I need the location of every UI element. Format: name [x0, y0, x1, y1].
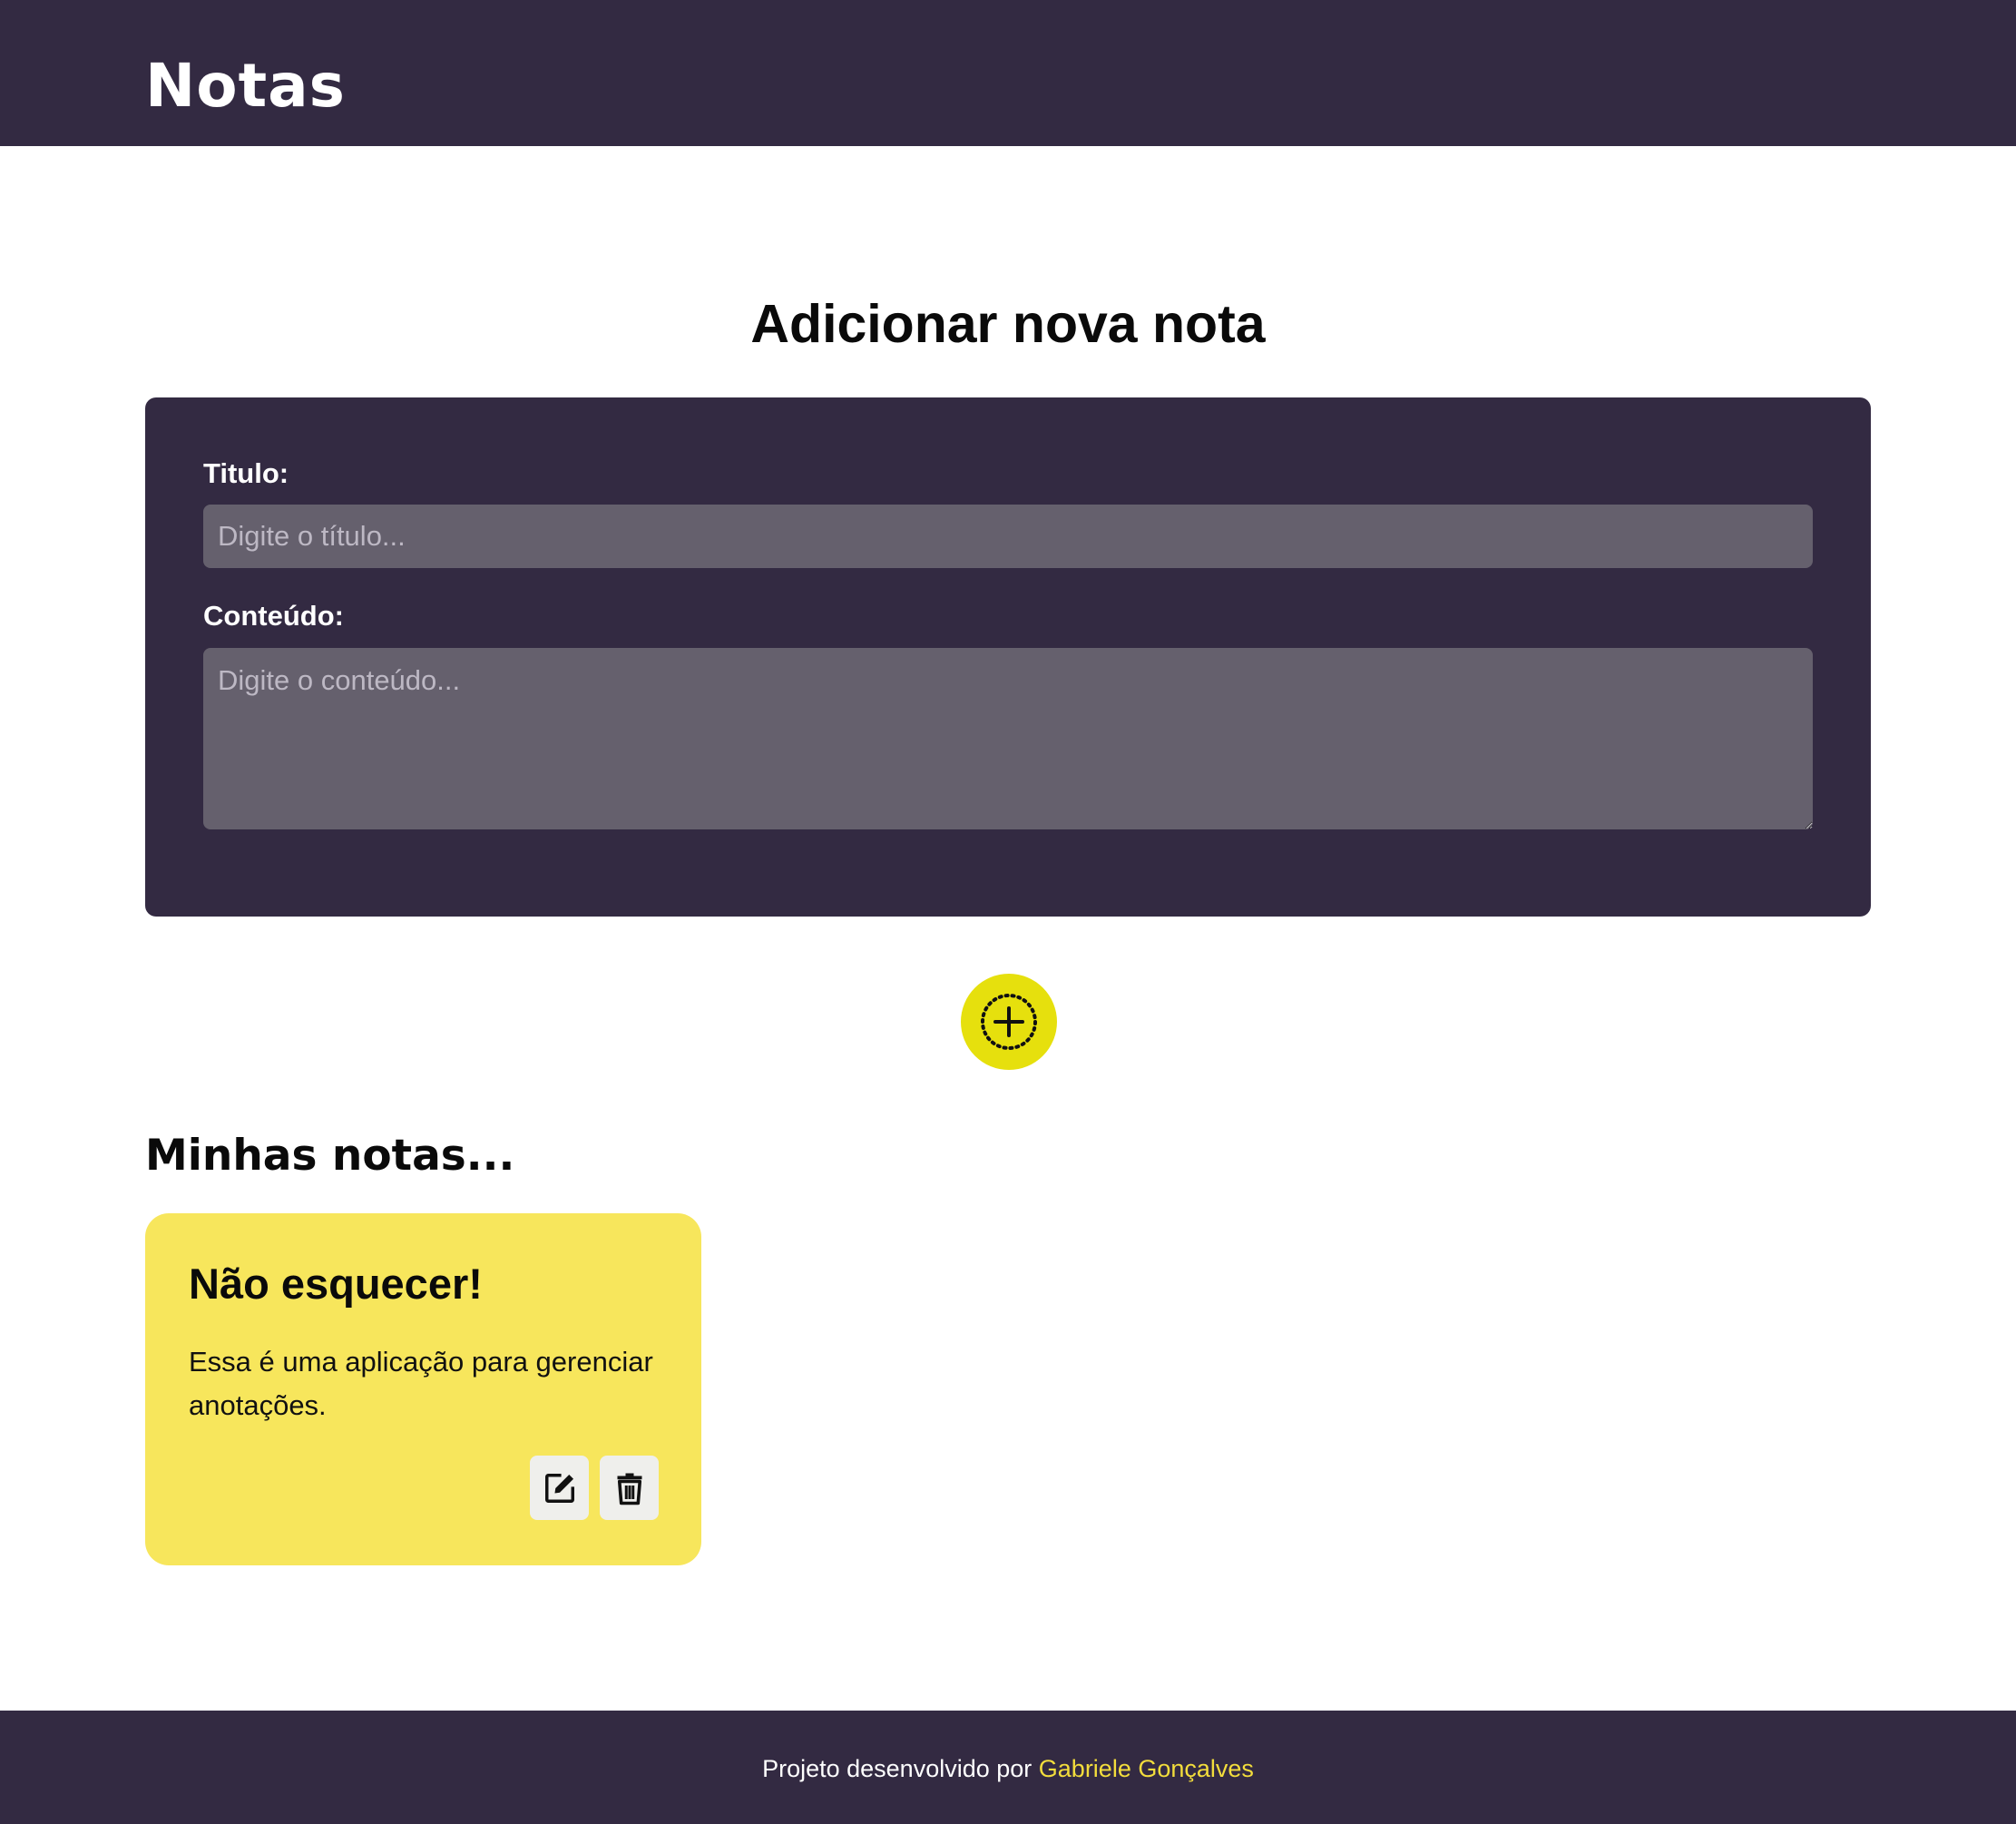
new-note-form: Titulo: Conteúdo:: [145, 397, 1871, 917]
edit-icon: [544, 1473, 574, 1503]
title-label: Titulo:: [203, 457, 289, 489]
content-textarea[interactable]: [203, 648, 1813, 829]
footer-credit: Projeto desenvolvido por Gabriele Gonçal…: [0, 1754, 2016, 1783]
author-link[interactable]: Gabriele Gonçalves: [1039, 1755, 1254, 1782]
logo: Notas: [145, 51, 346, 121]
note-title: Não esquecer!: [189, 1260, 483, 1308]
footer-text: Projeto desenvolvido por: [762, 1755, 1032, 1782]
add-note-button[interactable]: [961, 974, 1057, 1070]
content-label: Conteúdo:: [203, 600, 344, 632]
title-input[interactable]: [203, 505, 1813, 568]
note-card: Não esquecer! Essa é uma aplicação para …: [145, 1213, 701, 1565]
note-body: Essa é uma aplicação para gerenciar anot…: [189, 1346, 653, 1421]
notes-section-title: Minhas notas...: [145, 1131, 515, 1181]
header: Notas: [0, 0, 2016, 146]
delete-note-button[interactable]: [600, 1456, 659, 1520]
trash-icon: [617, 1473, 641, 1505]
plus-circle-icon: [981, 994, 1037, 1050]
footer: Projeto desenvolvido por Gabriele Gonçal…: [0, 1711, 2016, 1824]
page-title: Adicionar nova nota: [750, 294, 1266, 354]
edit-note-button[interactable]: [530, 1456, 589, 1520]
